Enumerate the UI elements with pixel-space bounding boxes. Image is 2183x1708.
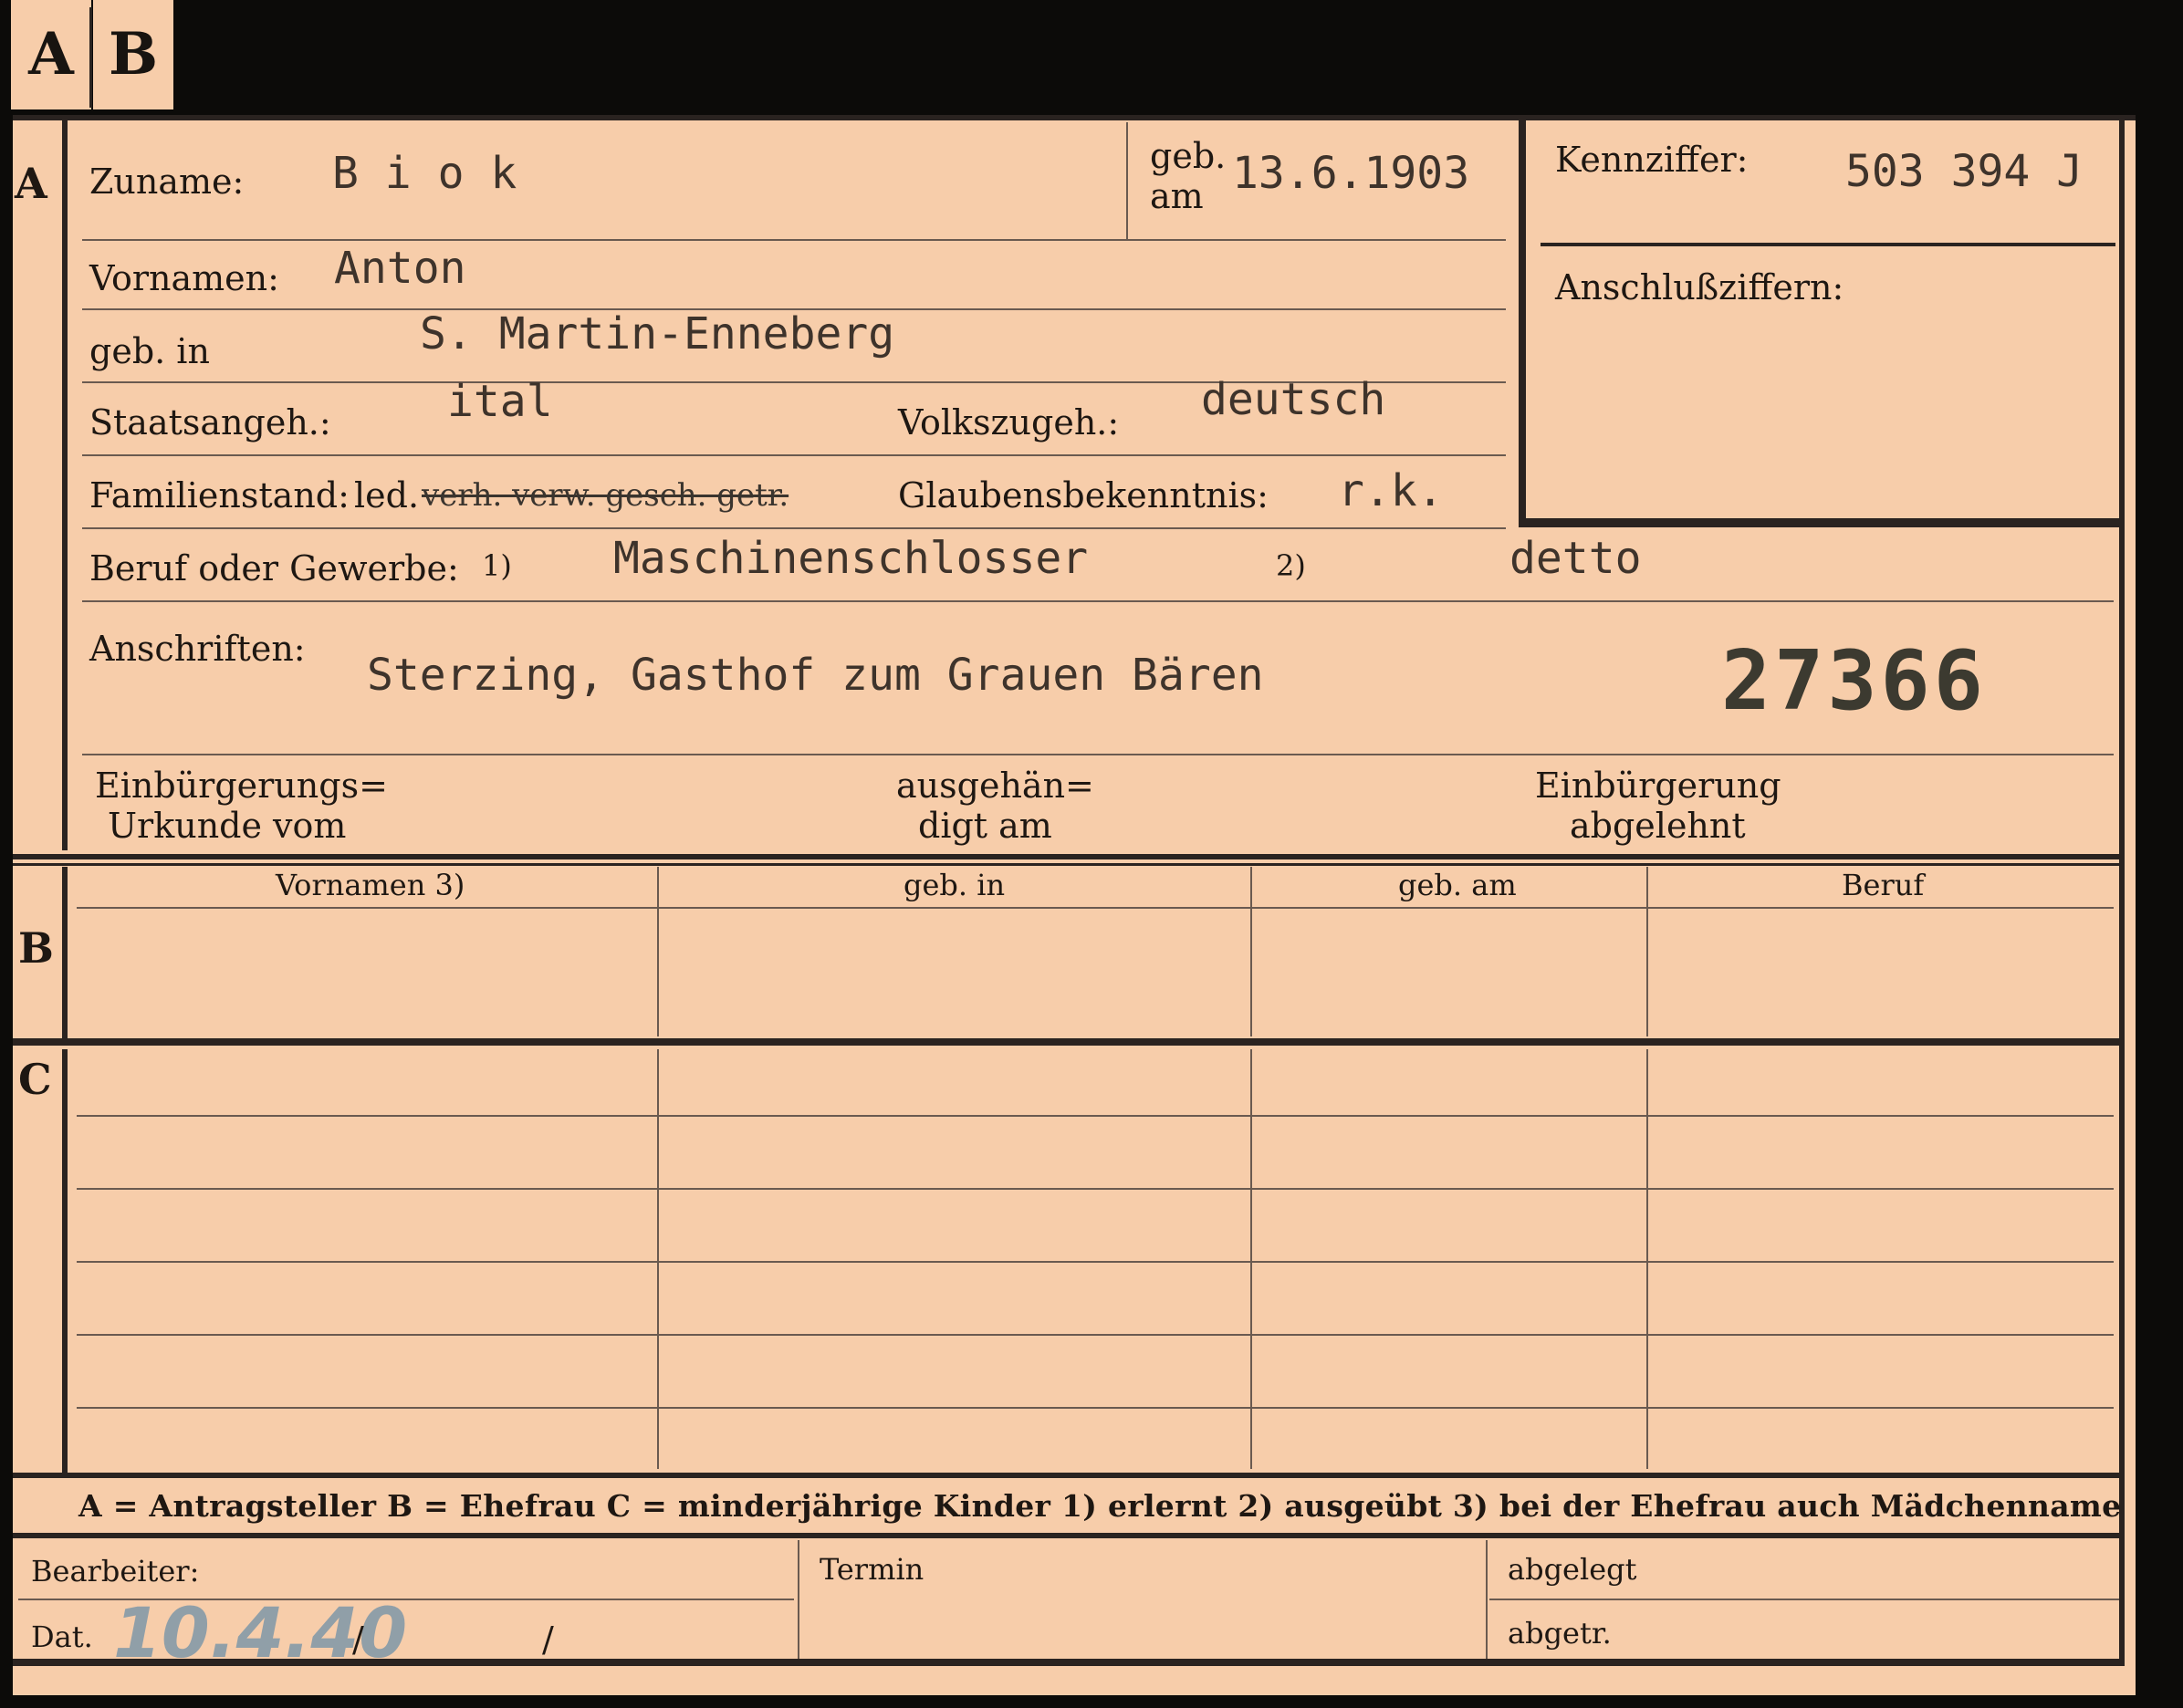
row-line-1 (82, 239, 1506, 241)
section-b-top-2 (13, 863, 2125, 866)
child-row-line-5 (77, 1407, 2114, 1409)
footer-divider-2 (1486, 1540, 1488, 1661)
row-line-4 (82, 454, 1506, 456)
header-occupation: Beruf (1842, 868, 1925, 902)
firstnames-value: Anton (334, 243, 466, 294)
citizenship-value: ital (447, 376, 553, 427)
occupation-value-2: detto (1509, 533, 1642, 584)
col-divider-3-b (1646, 867, 1648, 1036)
birthdate-label-2: am (1150, 176, 1204, 216)
citizenship-label: Staatsangeh.: (89, 402, 331, 443)
child-row-line-1 (77, 1115, 2114, 1117)
header-birthdate: geb. am (1398, 868, 1517, 902)
birthdate-label-1: geb. (1150, 136, 1227, 176)
header-firstnames: Vornamen 3) (276, 868, 465, 902)
birthplace-value: S. Martin-Enneberg (420, 308, 895, 359)
section-marker-a: A (15, 159, 47, 208)
bottom-border (13, 1659, 2125, 1666)
filed-label: abgelegt (1508, 1552, 1637, 1587)
marital-label: Familienstand: (89, 475, 350, 516)
handed-label-2: digt am (918, 806, 1052, 846)
row-line-7 (82, 754, 2114, 755)
col-divider-2-c (1250, 1049, 1252, 1469)
child-row-line-3 (77, 1261, 2114, 1263)
col-divider-2-b (1250, 867, 1252, 1036)
address-value: Sterzing, Gasthof zum Grauen Bären (367, 650, 1264, 701)
left-border (62, 120, 68, 850)
deadline-label: Termin (820, 1552, 924, 1587)
religion-label: Glaubensbekenntnis: (898, 475, 1269, 516)
religion-value: r.k. (1338, 465, 1444, 516)
date-slash-1: / (352, 1619, 364, 1660)
col-divider-1-c (657, 1049, 659, 1469)
clerk-label: Bearbeiter: (31, 1554, 200, 1588)
surname-label: Zuname: (89, 161, 245, 202)
tab-b: B (93, 0, 173, 109)
refused-label-2: abgelehnt (1570, 806, 1746, 846)
naturalization-label-1: Einbürgerungs= (95, 765, 388, 806)
header-birthplace: geb. in (903, 868, 1006, 902)
address-label: Anschriften: (89, 629, 306, 669)
col-divider-3-c (1646, 1049, 1648, 1469)
handed-label-1: ausgehän= (896, 765, 1094, 806)
section-marker-c: C (18, 1055, 52, 1104)
legend-top (13, 1473, 2125, 1478)
index-card (13, 115, 2136, 1695)
tab-a: A (11, 0, 91, 109)
birthplace-label: geb. in (89, 331, 210, 371)
left-border-b (62, 867, 68, 1040)
marital-struck-options: verh. verw. gesch. getr. (422, 477, 789, 514)
right-border (2119, 119, 2125, 1661)
stamp-number: 27366 (1721, 633, 1987, 729)
ethnicity-label: Volkszugeh.: (898, 402, 1120, 443)
date-slash-2: / (542, 1619, 554, 1660)
date-label: Dat. (31, 1619, 93, 1654)
ethnicity-value: deutsch (1201, 374, 1386, 425)
left-border-c (62, 1049, 68, 1473)
legend-text: A = Antragsteller B = Ehefrau C = minder… (78, 1488, 2122, 1524)
col-divider-1-b (657, 867, 659, 1036)
marital-value: led. (354, 475, 420, 516)
occupation-mark-2: 2) (1276, 548, 1306, 583)
removed-label: abgetr. (1508, 1616, 1612, 1651)
birthdate-divider (1126, 122, 1128, 239)
section-b-top (13, 854, 2125, 859)
header-underline (77, 907, 2114, 909)
tab-divider (89, 7, 92, 108)
id-label: Kennziffer: (1555, 140, 1749, 180)
naturalization-label-2: Urkunde vom (108, 806, 347, 846)
id-box-bottom (1519, 518, 2121, 527)
filed-underline (1489, 1599, 2119, 1600)
firstnames-label: Vornamen: (89, 258, 279, 298)
occupation-label: Beruf oder Gewerbe: (89, 548, 459, 588)
surname-value: B i o k (332, 148, 517, 199)
id-box-divider (1541, 243, 2115, 246)
legend-bottom (13, 1533, 2125, 1538)
child-row-line-2 (77, 1188, 2114, 1190)
occupation-value-1: Maschinenschlosser (613, 533, 1089, 584)
linked-label: Anschlußziffern: (1555, 267, 1844, 307)
id-value: 503 394 J (1845, 146, 2084, 197)
footer-divider-1 (798, 1540, 799, 1661)
birthdate-value: 13.6.1903 (1232, 148, 1470, 199)
occupation-mark-1: 1) (482, 548, 512, 583)
refused-label-1: Einbürgerung (1535, 765, 1781, 806)
child-row-line-4 (77, 1334, 2114, 1336)
row-line-6 (82, 600, 2114, 602)
id-box-left (1519, 120, 1526, 527)
section-c-top (13, 1038, 2125, 1046)
row-line-5 (82, 527, 1506, 529)
top-border (13, 115, 2136, 120)
section-marker-b: B (18, 923, 54, 973)
